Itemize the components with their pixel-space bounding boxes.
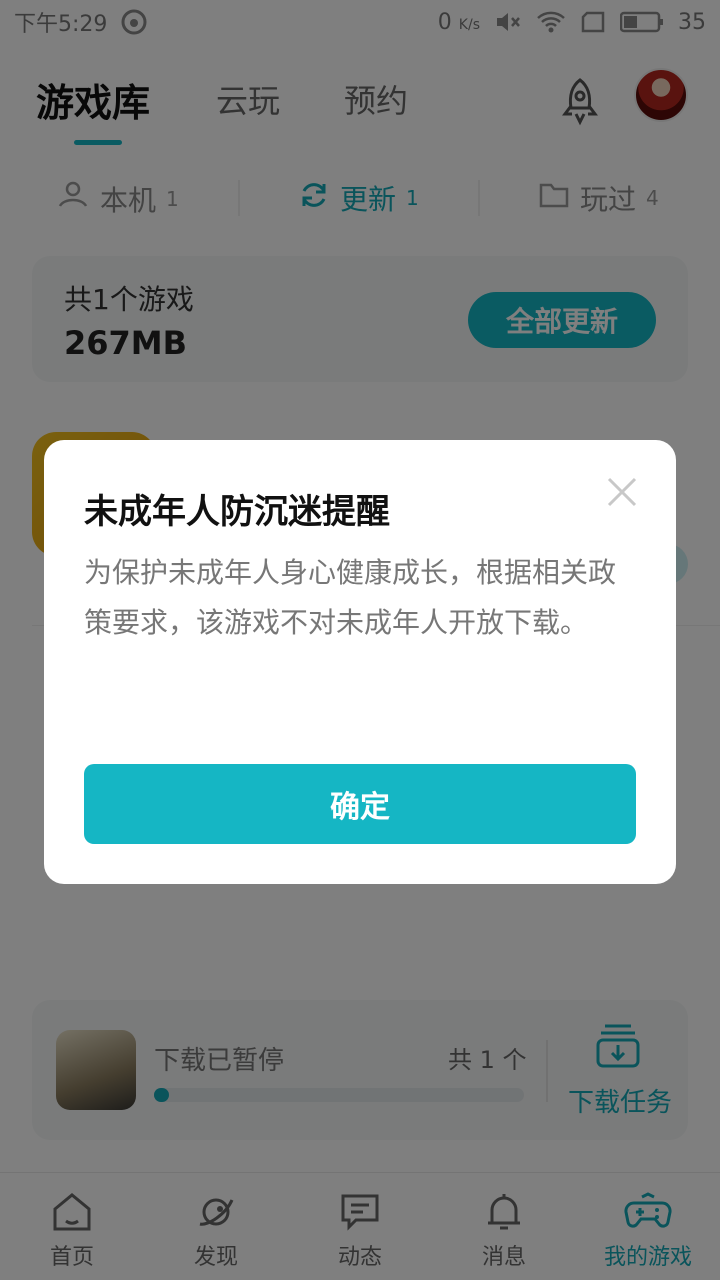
- anti-addiction-dialog: 未成年人防沉迷提醒 为保护未成年人身心健康成长，根据相关政策要求，该游戏不对未成…: [44, 440, 676, 884]
- dialog-title: 未成年人防沉迷提醒: [84, 492, 390, 532]
- dialog-message: 为保护未成年人身心健康成长，根据相关政策要求，该游戏不对未成年人开放下载。: [84, 556, 617, 639]
- confirm-button[interactable]: 确定: [84, 764, 636, 844]
- close-icon[interactable]: [602, 472, 642, 512]
